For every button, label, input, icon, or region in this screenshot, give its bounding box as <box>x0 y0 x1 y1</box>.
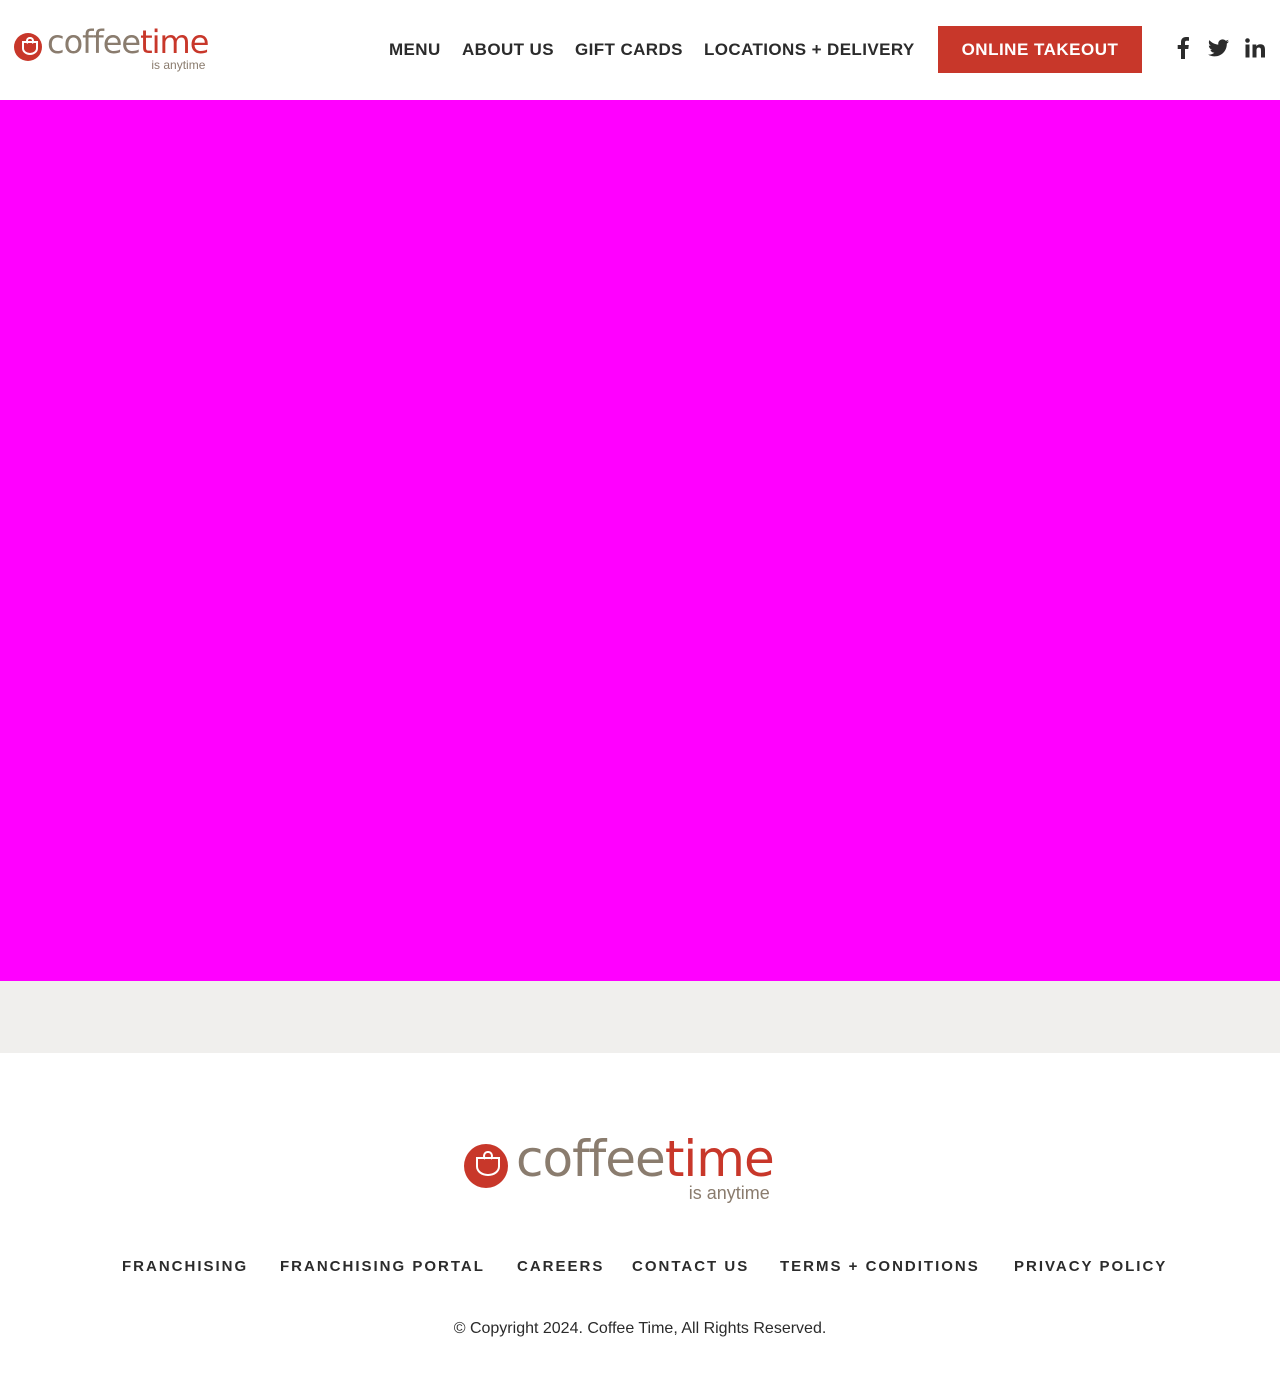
facebook-icon[interactable] <box>1174 36 1192 60</box>
footer-link-terms-conditions[interactable]: TERMS + CONDITIONS <box>780 1256 980 1278</box>
footer-link-careers[interactable]: CAREERS <box>517 1256 604 1278</box>
logo-wordmark: coffeetime <box>47 23 209 61</box>
nav-item-gift-cards[interactable]: GIFT CARDS <box>575 38 683 62</box>
nav-item-locations-delivery[interactable]: LOCATIONS + DELIVERY <box>704 38 915 62</box>
site-header: coffeetime is anytime MENU ABOUT US GIFT… <box>0 0 1280 100</box>
coffee-cup-logo-icon <box>14 33 42 61</box>
footer-link-privacy-policy[interactable]: PRIVACY POLICY <box>1014 1256 1167 1278</box>
footer-link-contact-us[interactable]: CONTACT US <box>632 1256 749 1278</box>
footer-logo[interactable]: coffeetime is anytime <box>464 1130 775 1206</box>
nav-item-about-us[interactable]: ABOUT US <box>462 38 554 62</box>
footer-link-franchising-portal[interactable]: FRANCHISING PORTAL <box>280 1256 485 1278</box>
footer-link-franchising[interactable]: FRANCHISING <box>122 1256 248 1278</box>
content-band <box>0 981 1280 1053</box>
online-takeout-button[interactable]: ONLINE TAKEOUT <box>938 26 1142 73</box>
header-logo[interactable]: coffeetime is anytime <box>14 23 209 74</box>
hero-banner <box>0 100 1280 981</box>
logo-wordmark: coffeetime <box>516 1130 775 1188</box>
linkedin-icon[interactable] <box>1244 36 1266 60</box>
logo-tagline: is anytime <box>688 1183 770 1203</box>
footer-nav: FRANCHISING FRANCHISING PORTAL CAREERS C… <box>0 1256 1280 1278</box>
copyright-text: © Copyright 2024. Coffee Time, All Right… <box>453 1320 827 1337</box>
coffee-cup-logo-icon <box>464 1144 508 1188</box>
twitter-icon[interactable] <box>1207 36 1229 60</box>
nav-item-menu[interactable]: MENU <box>389 38 441 62</box>
logo-tagline: is anytime <box>151 58 206 72</box>
